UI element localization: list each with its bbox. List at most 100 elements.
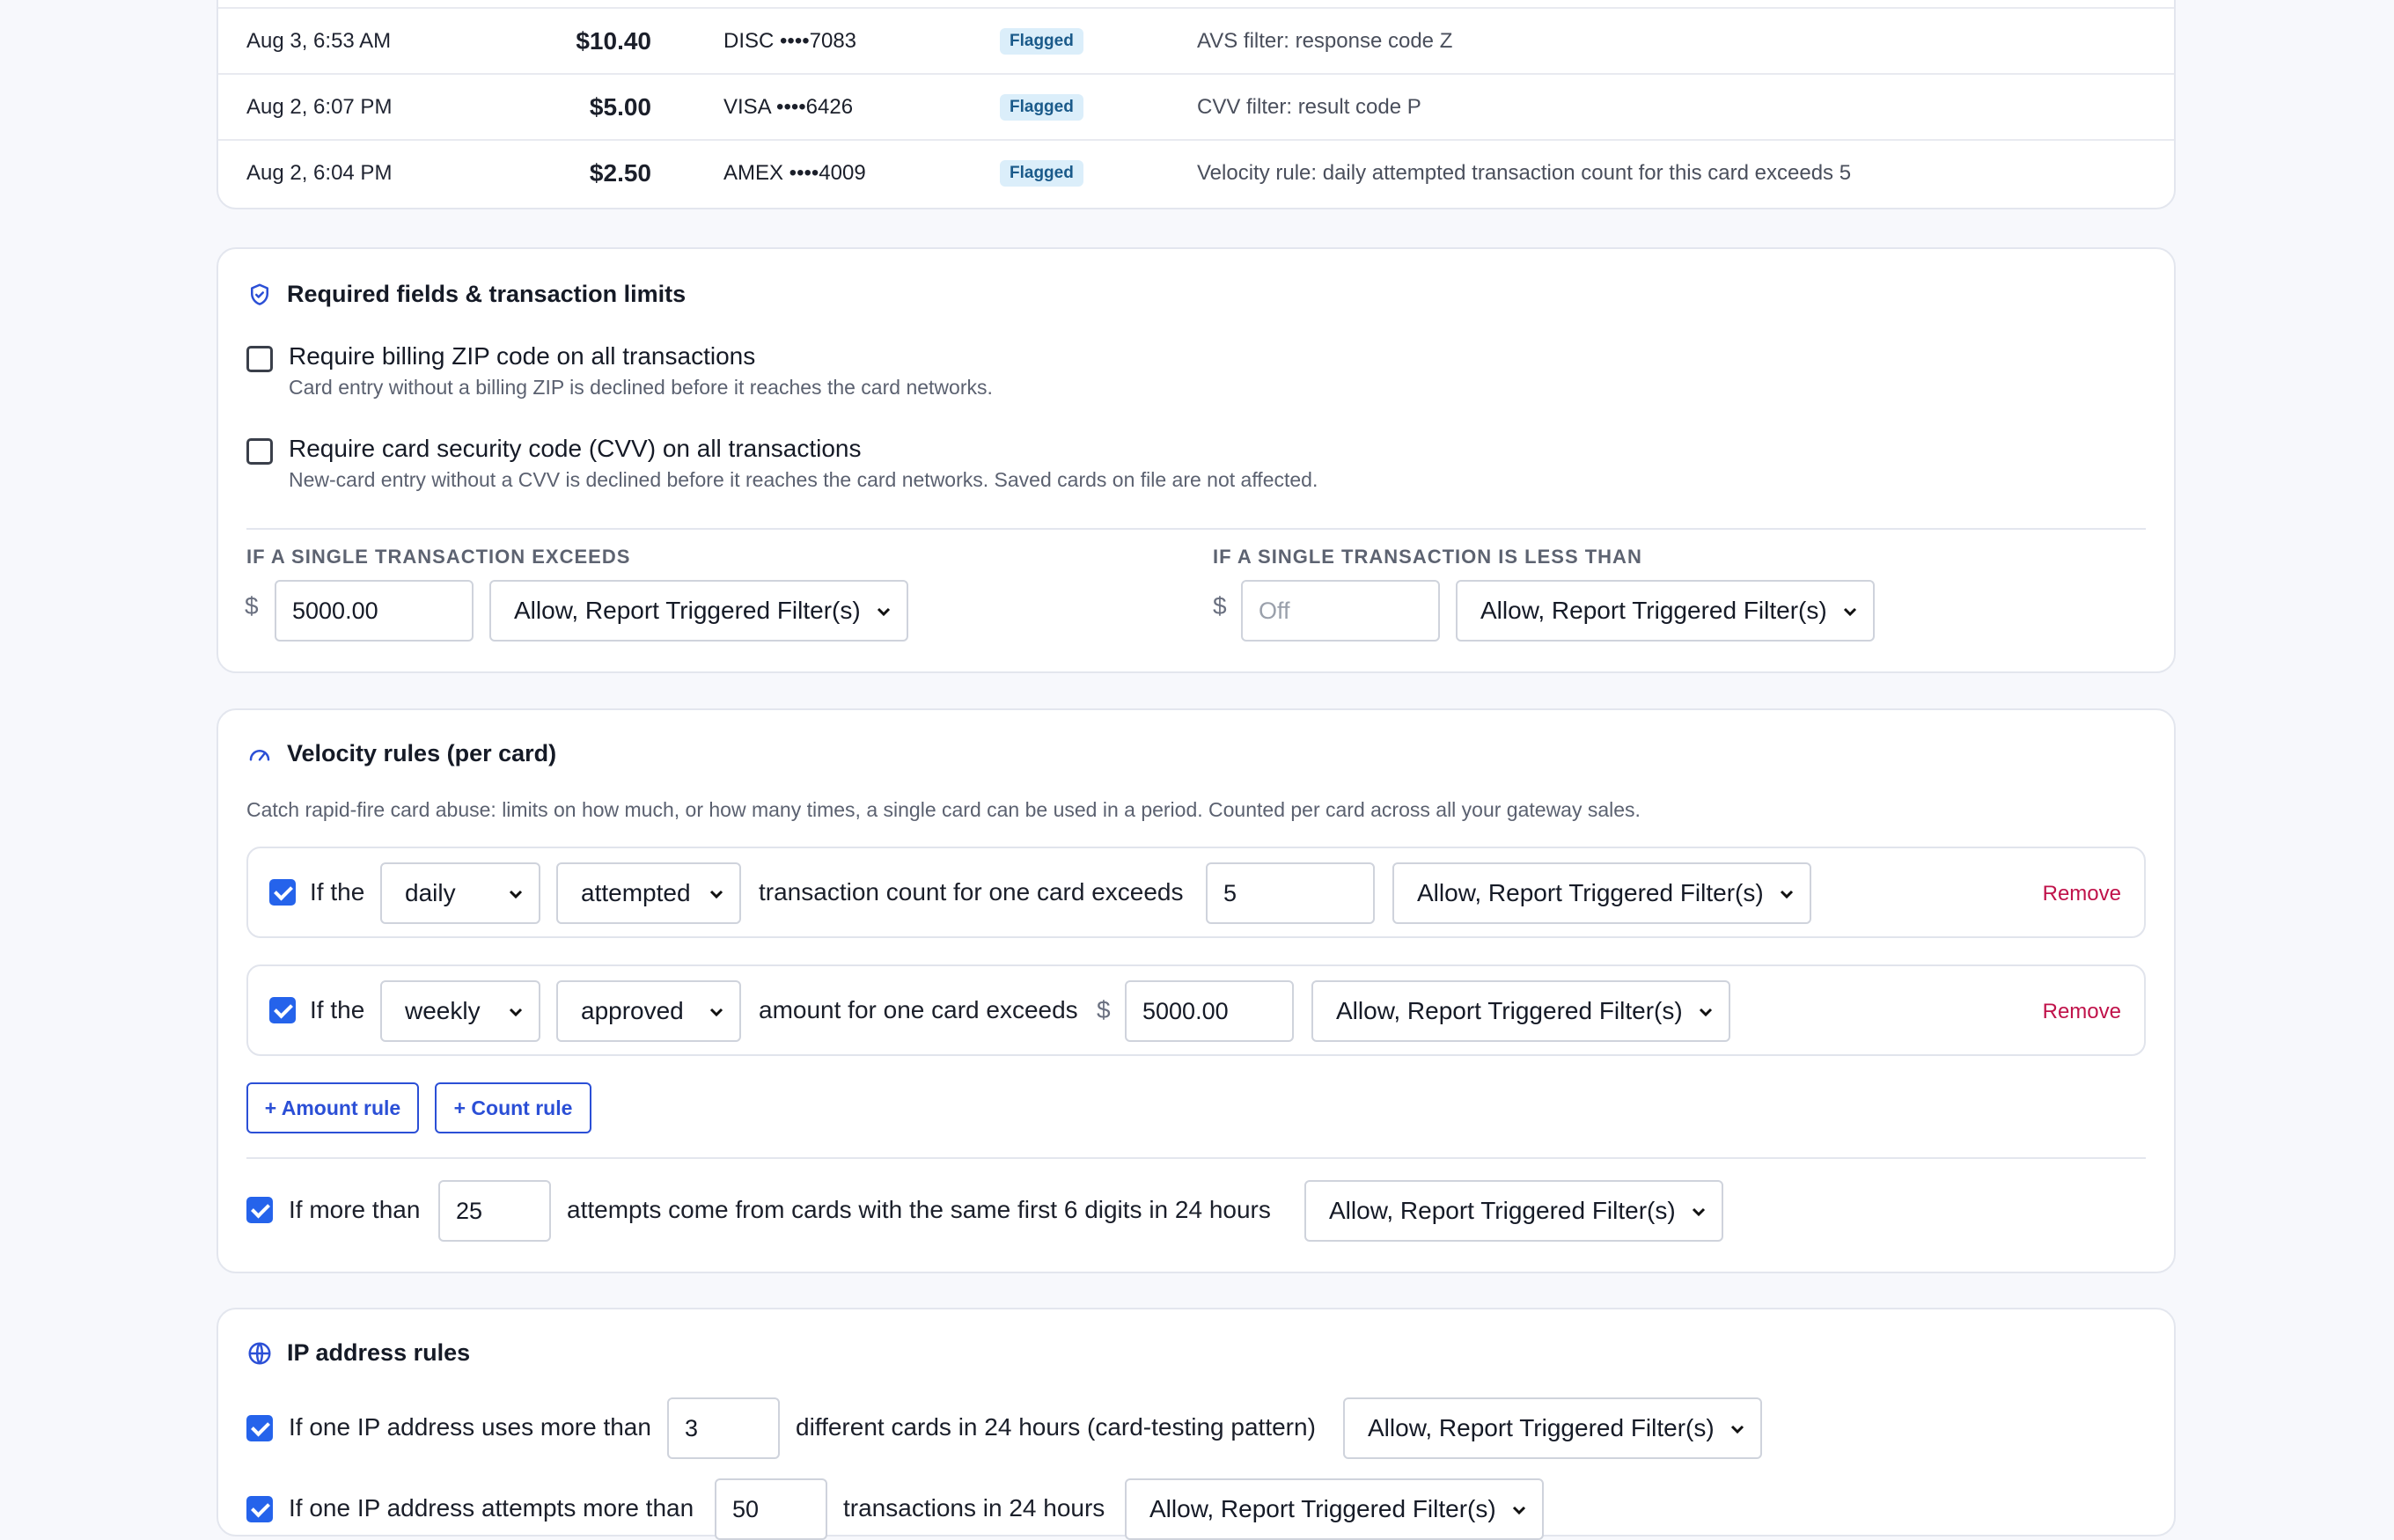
- tx-date: Aug 2, 6:04 PM: [246, 161, 393, 185]
- chevron-down-icon: [877, 607, 891, 617]
- less-than-heading: IF A SINGLE TRANSACTION IS LESS THAN: [1213, 546, 1642, 568]
- rule-prefix: If the: [310, 878, 365, 906]
- add-amount-rule-button[interactable]: + Amount rule: [246, 1082, 419, 1133]
- require-cvv-help: New-card entry without a CVV is declined…: [289, 468, 1318, 491]
- ip-rule-prefix: If one IP address attempts more than: [289, 1494, 694, 1522]
- select-value: Allow, Report Triggered Filter(s): [1149, 1495, 1496, 1522]
- require-cvv-checkbox[interactable]: [246, 438, 273, 465]
- chevron-down-icon: [1780, 890, 1794, 899]
- ip-rule-checkbox[interactable]: [246, 1415, 273, 1441]
- tx-reason: Velocity rule: daily attempted transacti…: [1197, 161, 1852, 185]
- select-value: Allow, Report Triggered Filter(s): [1329, 1197, 1676, 1224]
- rule-enabled-checkbox[interactable]: [269, 997, 296, 1023]
- select-value: Allow, Report Triggered Filter(s): [1480, 597, 1827, 624]
- ip-rule-checkbox[interactable]: [246, 1496, 273, 1522]
- chevron-down-icon: [1843, 607, 1857, 617]
- section-title: Velocity rules (per card): [287, 740, 557, 766]
- currency-symbol: $: [1213, 592, 1227, 620]
- tx-reason: CVV filter: result code P: [1197, 95, 1421, 119]
- kind-select[interactable]: attempted: [556, 862, 741, 924]
- select-value: Allow, Report Triggered Filter(s): [1417, 879, 1764, 906]
- require-zip-label[interactable]: Require billing ZIP code on all transact…: [289, 342, 755, 370]
- divider: [246, 528, 2146, 530]
- chevron-down-icon: [1512, 1506, 1526, 1515]
- rule-action-select[interactable]: Allow, Report Triggered Filter(s): [1311, 980, 1730, 1042]
- kind-select[interactable]: approved: [556, 980, 741, 1042]
- tx-date: Aug 3, 6:53 AM: [246, 29, 392, 53]
- status-badge: Flagged: [1000, 94, 1083, 121]
- section-header: Required fields & transaction limits: [246, 281, 686, 308]
- select-value: approved: [581, 997, 684, 1024]
- ip-cards-input[interactable]: 3: [667, 1397, 780, 1459]
- section-title: IP address rules: [287, 1339, 471, 1366]
- select-value: Allow, Report Triggered Filter(s): [514, 597, 861, 624]
- divider: [246, 1157, 2146, 1159]
- remove-rule-button[interactable]: Remove: [2043, 882, 2121, 906]
- status-badge: Flagged: [1000, 28, 1083, 55]
- bin-rule-prefix: If more than: [289, 1196, 421, 1223]
- tx-amount: $2.50: [589, 159, 651, 187]
- bin-rule-checkbox[interactable]: [246, 1197, 273, 1223]
- rule-enabled-checkbox[interactable]: [269, 879, 296, 906]
- tx-card: DISC ••••7083: [723, 29, 857, 53]
- chevron-down-icon: [709, 1008, 723, 1017]
- rule-action-select[interactable]: Allow, Report Triggered Filter(s): [1392, 862, 1811, 924]
- period-select[interactable]: weekly: [380, 980, 540, 1042]
- less-than-amount-input[interactable]: Off: [1241, 580, 1440, 642]
- rule-text: amount for one card exceeds: [759, 996, 1078, 1023]
- section-description: Catch rapid-fire card abuse: limits on h…: [246, 798, 1641, 821]
- section-title: Required fields & transaction limits: [287, 281, 687, 307]
- rule-prefix: If the: [310, 996, 365, 1023]
- add-count-rule-button[interactable]: + Count rule: [435, 1082, 591, 1133]
- tx-amount: $5.00: [589, 93, 651, 121]
- chevron-down-icon: [1699, 1008, 1713, 1017]
- select-value: attempted: [581, 879, 691, 906]
- ip-action-select[interactable]: Allow, Report Triggered Filter(s): [1343, 1397, 1762, 1459]
- velocity-rules-section: Velocity rules (per card) Catch rapid-fi…: [217, 708, 2176, 1273]
- select-value: daily: [405, 879, 456, 906]
- less-than-action-select[interactable]: Allow, Report Triggered Filter(s): [1456, 580, 1875, 642]
- chevron-down-icon: [709, 890, 723, 899]
- velocity-rule: If the daily attempted transaction count…: [246, 847, 2146, 938]
- tx-reason: AVS filter: response code Z: [1197, 29, 1453, 53]
- ip-transactions-input[interactable]: 50: [715, 1478, 827, 1540]
- table-row[interactable]: Aug 2, 6:04 PM $2.50 AMEX ••••4009 Flagg…: [218, 139, 2174, 206]
- require-cvv-label[interactable]: Require card security code (CVV) on all …: [289, 435, 862, 463]
- select-value: weekly: [405, 997, 481, 1024]
- chevron-down-icon: [1730, 1425, 1744, 1434]
- ip-action-select[interactable]: Allow, Report Triggered Filter(s): [1125, 1478, 1544, 1540]
- status-badge: Flagged: [1000, 160, 1083, 187]
- required-fields-section: Required fields & transaction limits Req…: [217, 247, 2176, 673]
- select-value: Allow, Report Triggered Filter(s): [1368, 1414, 1715, 1441]
- bin-action-select[interactable]: Allow, Report Triggered Filter(s): [1304, 1180, 1723, 1242]
- rule-limit-input[interactable]: 5: [1206, 862, 1375, 924]
- ip-rules-section: IP address rules If one IP address uses …: [217, 1308, 2176, 1540]
- speedometer-icon: [249, 749, 270, 760]
- period-select[interactable]: daily: [380, 862, 540, 924]
- exceeds-amount-input[interactable]: 5000.00: [275, 580, 474, 642]
- section-header: IP address rules: [246, 1339, 470, 1367]
- chevron-down-icon: [509, 1008, 523, 1017]
- exceeds-action-select[interactable]: Allow, Report Triggered Filter(s): [489, 580, 908, 642]
- chevron-down-icon: [1692, 1207, 1706, 1217]
- currency-symbol: $: [1097, 996, 1111, 1023]
- table-row[interactable]: Aug 2, 6:07 PM $5.00 VISA ••••6426 Flagg…: [218, 73, 2174, 140]
- chevron-down-icon: [509, 890, 523, 899]
- globe-icon: [248, 1342, 271, 1364]
- exceeds-heading: IF A SINGLE TRANSACTION EXCEEDS: [246, 546, 631, 568]
- ip-rule-prefix: If one IP address uses more than: [289, 1413, 651, 1441]
- rule-text: transaction count for one card exceeds: [759, 878, 1184, 906]
- require-zip-checkbox[interactable]: [246, 346, 273, 372]
- bin-attempts-input[interactable]: 25: [438, 1180, 551, 1242]
- bin-rule-text: attempts come from cards with the same f…: [567, 1196, 1271, 1223]
- velocity-rule: If the weekly approved amount for one ca…: [246, 964, 2146, 1056]
- ip-rule-text: different cards in 24 hours (card-testin…: [796, 1413, 1316, 1441]
- tx-amount: $10.40: [576, 27, 651, 55]
- rule-limit-input[interactable]: 5000.00: [1125, 980, 1294, 1042]
- tx-card: VISA ••••6426: [723, 95, 854, 119]
- remove-rule-button[interactable]: Remove: [2043, 1000, 2121, 1024]
- currency-symbol: $: [245, 592, 259, 620]
- require-zip-help: Card entry without a billing ZIP is decl…: [289, 376, 993, 399]
- section-header: Velocity rules (per card): [246, 740, 556, 767]
- table-row[interactable]: Aug 3, 6:53 AM $10.40 DISC ••••7083 Flag…: [218, 7, 2174, 74]
